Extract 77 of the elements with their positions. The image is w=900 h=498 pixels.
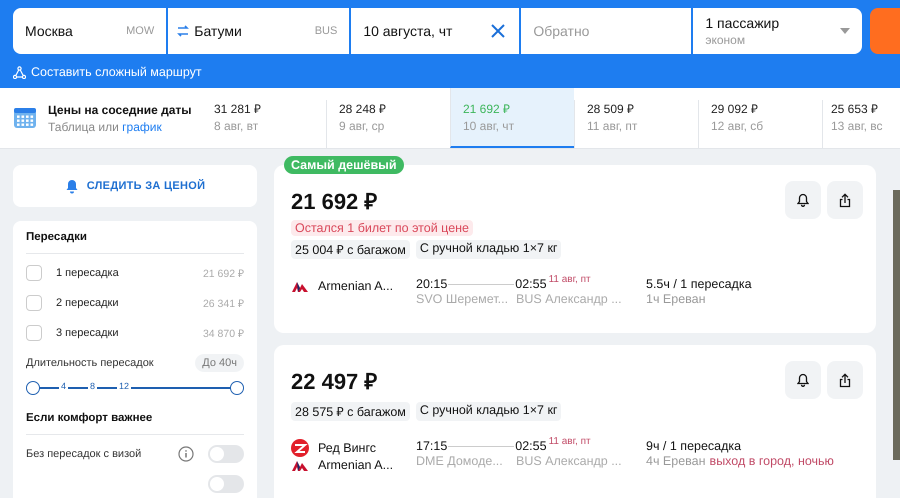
airline-name: Armenian A... [318,458,394,472]
swap-arrows-icon [176,24,190,38]
slider-handle[interactable] [230,381,244,395]
bell-icon [64,178,79,194]
checkbox[interactable] [26,265,42,281]
fare-tag: 25 004 ₽ с багажом [291,240,410,259]
airline-logo-icon [291,438,309,456]
departure-time: 20:15 [416,277,448,291]
option-label: 1 пересадка [56,267,120,279]
destination-field[interactable]: Батуми BUS [168,8,350,54]
toggle-switch[interactable] [208,445,244,463]
filter-heading: Если комфорт важнее [26,412,244,435]
fare-tag: С ручной кладью 1×7 кг [416,402,562,421]
calendar-icon [13,106,37,130]
flight-duration: 5.5ч / 1 пересадка [646,277,752,291]
price-alert-button[interactable] [785,361,821,399]
layover-info: 4ч Ереван [646,454,706,468]
arrival-date: 11 авг, пт [548,274,591,285]
share-button[interactable] [827,361,863,399]
option-label: 3 пересадки [56,327,120,339]
dates-subtitle: Таблица или [48,120,119,134]
duration-slider[interactable]: 4 8 12 [26,378,244,398]
option-price: 26 341 ₽ [202,297,244,310]
chart-link[interactable]: график [122,120,162,134]
layover-info: 1ч Ереван [646,292,706,306]
dates-title: Цены на соседние даты [48,102,192,116]
route-icon [13,66,26,78]
fare-tag: 28 575 ₽ с багажом [291,402,410,421]
share-icon [839,372,851,388]
arrival-airport: BUS Александр ... [516,292,622,306]
cheapest-badge: Самый дешёвый [284,156,404,174]
toggle-switch[interactable] [208,475,244,493]
price-alert-button[interactable] [785,181,821,219]
bell-icon [797,193,809,207]
fare-tag: С ручной кладью 1×7 кг [416,240,562,259]
ticket-price: 21 692 ₽ [291,188,378,215]
depart-date-field[interactable]: 10 августа, чт [351,8,490,54]
toggle-label: Без пересадок с визой [26,448,142,460]
arrival-time: 02:55 [515,439,547,453]
ticket-price: 22 497 ₽ [291,368,378,395]
airline-logo-icon [291,458,309,470]
caret-icon [840,28,850,34]
option-price: 34 870 ₽ [202,327,244,340]
airline-name: Ред Вингс [318,440,376,454]
option-label: 2 пересадки [56,297,120,309]
airline-name: Armenian A... [318,278,394,292]
departure-airport: DME Домоде... [416,454,504,468]
checkbox[interactable] [26,295,42,311]
slider-handle[interactable] [26,381,40,395]
info-icon[interactable] [178,446,194,462]
duration-label: Длительность пересадок [26,357,154,369]
option-price: 21 692 ₽ [202,267,244,280]
clear-icon[interactable] [490,8,520,54]
date-price-tab[interactable]: 25 653 ₽ 13 авг, вс [822,100,884,148]
return-date-field[interactable]: Обратно [521,8,692,54]
layover-note: выход в город, ночью [710,454,834,468]
share-button[interactable] [827,181,863,219]
passengers-field[interactable]: 1 пассажир эконом [693,8,862,54]
slider-tick-label: 8 [88,381,98,391]
arrival-date: 11 авг, пт [548,436,591,447]
slider-tick-label: 4 [59,381,68,391]
origin-field[interactable]: Москва MOW [13,8,166,54]
airline-logo-icon [291,280,309,292]
bell-icon [797,373,809,387]
checkbox[interactable] [26,325,42,341]
filter-heading: Пересадки [26,231,244,254]
duration-value: До 40ч [195,354,244,372]
complex-route-link[interactable]: Составить сложный маршрут [13,65,202,79]
slider-tick-label: 12 [117,381,132,391]
departure-time: 17:15 [416,439,448,453]
arrival-time: 02:55 [515,277,547,291]
departure-airport: SVO Шеремет... [416,292,510,306]
arrival-airport: BUS Александр ... [516,454,622,468]
track-price-button[interactable]: СЛЕДИТЬ ЗА ЦЕНОЙ [13,165,257,207]
share-icon [839,192,851,208]
seats-warning: Остался 1 билет по этой цене [291,220,474,236]
flight-duration: 9ч / 1 пересадка [646,439,742,453]
